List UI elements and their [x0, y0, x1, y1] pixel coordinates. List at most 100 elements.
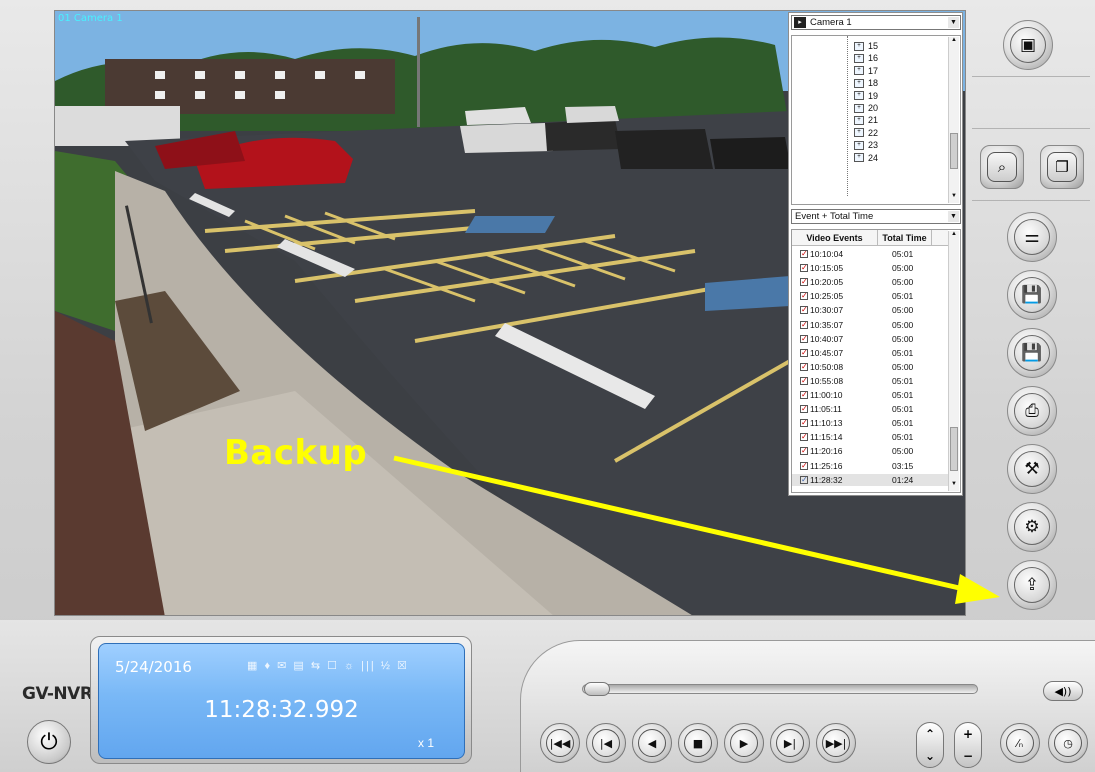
- event-row[interactable]: ✓ 10:30:07 05:00: [792, 304, 948, 316]
- last-frame-button[interactable]: ▶▶|: [816, 723, 856, 763]
- play-button[interactable]: ▶: [724, 723, 764, 763]
- expand-icon[interactable]: +: [854, 78, 864, 88]
- next-frame-button[interactable]: ▶|: [770, 723, 810, 763]
- date-tree[interactable]: +15 +16 +17 +18 +19 +20 +21 +22 +23 +24 ▲ ▼: [791, 35, 961, 205]
- playback-slider[interactable]: [582, 684, 978, 694]
- scroll-down-icon[interactable]: ▼: [949, 481, 959, 491]
- event-checkbox[interactable]: ✓: [800, 475, 808, 484]
- tree-item[interactable]: +19: [854, 90, 878, 102]
- event-checkbox[interactable]: ✓: [800, 278, 808, 287]
- event-checkbox[interactable]: ✓: [800, 250, 808, 259]
- expand-icon[interactable]: +: [854, 91, 864, 101]
- scroll-up-icon[interactable]: ▲: [949, 231, 959, 241]
- event-row[interactable]: ✓ 11:25:16 03:15: [792, 460, 948, 472]
- event-checkbox[interactable]: ✓: [800, 447, 808, 456]
- event-row[interactable]: ✓ 10:10:04 05:01: [792, 248, 948, 260]
- event-row[interactable]: ✓ 11:00:10 05:01: [792, 389, 948, 401]
- reverse-play-button[interactable]: ◀: [632, 723, 672, 763]
- expand-icon[interactable]: +: [854, 140, 864, 150]
- tree-item[interactable]: +18: [854, 77, 878, 89]
- tools-button[interactable]: ⚒: [1007, 444, 1057, 494]
- audio-button[interactable]: ◀)): [1043, 681, 1083, 701]
- event-row[interactable]: ✓ 10:15:05 05:00: [792, 262, 948, 274]
- event-checkbox[interactable]: ✓: [800, 419, 808, 428]
- expand-icon[interactable]: +: [854, 66, 864, 76]
- camera-layout-button[interactable]: ▣: [1003, 20, 1053, 70]
- event-checkbox[interactable]: ✓: [800, 320, 808, 329]
- expand-icon[interactable]: +: [854, 53, 864, 63]
- plus-icon[interactable]: +: [963, 727, 973, 741]
- scroll-down-icon[interactable]: ▼: [949, 193, 959, 203]
- event-checkbox[interactable]: ✓: [800, 264, 808, 273]
- expand-icon[interactable]: +: [854, 128, 864, 138]
- event-checkbox[interactable]: ✓: [800, 362, 808, 371]
- tree-item[interactable]: +20: [854, 102, 878, 114]
- event-checkbox[interactable]: ✓: [800, 433, 808, 442]
- event-checkbox[interactable]: ✓: [800, 292, 808, 301]
- event-row[interactable]: ✓ 10:40:07 05:00: [792, 333, 948, 345]
- tree-scrollbar[interactable]: ▲ ▼: [948, 37, 959, 203]
- speed-control[interactable]: ⌃ ⌄: [916, 722, 944, 768]
- adjust-button[interactable]: ⚌: [1007, 212, 1057, 262]
- tree-item[interactable]: +21: [854, 114, 878, 126]
- speed-up-icon[interactable]: ⌃: [925, 727, 935, 741]
- scroll-thumb[interactable]: [950, 133, 958, 169]
- expand-icon[interactable]: +: [854, 103, 864, 113]
- tree-item[interactable]: +22: [854, 127, 878, 139]
- backup-button[interactable]: ⇪: [1007, 560, 1057, 610]
- event-row[interactable]: ✓ 11:05:11 05:01: [792, 403, 948, 415]
- expand-icon[interactable]: +: [854, 153, 864, 163]
- save-exe-button[interactable]: 💾: [1007, 328, 1057, 378]
- scroll-thumb[interactable]: [950, 427, 958, 471]
- chevron-down-icon[interactable]: ▼: [948, 211, 959, 222]
- power-button[interactable]: ⏻: [27, 720, 71, 764]
- chevron-down-icon[interactable]: ▼: [948, 17, 959, 28]
- event-row[interactable]: ✓ 11:28:32 01:24: [792, 473, 948, 486]
- minus-icon[interactable]: −: [963, 749, 973, 763]
- first-frame-button[interactable]: |◀◀: [540, 723, 580, 763]
- event-row[interactable]: ✓ 10:35:07 05:00: [792, 319, 948, 331]
- event-row[interactable]: ✓ 11:15:14 05:01: [792, 431, 948, 443]
- tree-item[interactable]: +15: [854, 40, 878, 52]
- settings-button[interactable]: ⚙: [1007, 502, 1057, 552]
- tree-item[interactable]: +24: [854, 152, 878, 164]
- event-row[interactable]: ✓ 10:20:05 05:00: [792, 276, 948, 288]
- multi-view-button[interactable]: ❐: [1040, 145, 1084, 189]
- save-avi-button[interactable]: 💾: [1007, 270, 1057, 320]
- tree-item[interactable]: +17: [854, 65, 878, 77]
- event-row[interactable]: ✓ 10:25:05 05:01: [792, 290, 948, 302]
- expand-icon[interactable]: +: [854, 115, 864, 125]
- expand-icon[interactable]: +: [854, 41, 864, 51]
- event-checkbox[interactable]: ✓: [800, 391, 808, 400]
- event-row[interactable]: ✓ 10:45:07 05:01: [792, 347, 948, 359]
- event-checkbox[interactable]: ✓: [800, 334, 808, 343]
- event-checkbox[interactable]: ✓: [800, 376, 808, 385]
- column-total-time[interactable]: Total Time: [878, 230, 932, 245]
- event-checkbox[interactable]: ✓: [800, 461, 808, 470]
- stop-button[interactable]: ■: [678, 723, 718, 763]
- camera-select[interactable]: ▸ Camera 1 ▼: [791, 15, 961, 30]
- event-checkbox[interactable]: ✓: [800, 306, 808, 315]
- scroll-up-icon[interactable]: ▲: [949, 37, 959, 47]
- event-scrollbar[interactable]: ▲ ▼: [948, 231, 959, 491]
- event-row[interactable]: ✓ 11:10:13 05:01: [792, 417, 948, 429]
- event-filter-select[interactable]: Event + Total Time ▼: [791, 209, 961, 224]
- tree-item[interactable]: +23: [854, 139, 878, 151]
- column-video-events[interactable]: Video Events: [792, 230, 878, 245]
- print-button[interactable]: ⎙: [1007, 386, 1057, 436]
- channel-button[interactable]: ⁄ₙ: [1000, 723, 1040, 763]
- tree-item[interactable]: +16: [854, 52, 878, 64]
- zoom-button[interactable]: ⌕: [980, 145, 1024, 189]
- event-row[interactable]: ✓ 11:20:16 05:00: [792, 445, 948, 457]
- event-row[interactable]: ✓ 10:55:08 05:01: [792, 375, 948, 387]
- event-list[interactable]: Video Events Total Time ✓ 10:10:04 05:01 ✓ 1…: [791, 229, 961, 493]
- zoom-control[interactable]: + −: [954, 722, 982, 768]
- previous-frame-button[interactable]: |◀: [586, 723, 626, 763]
- speed-down-icon[interactable]: ⌄: [925, 749, 935, 763]
- event-checkbox[interactable]: ✓: [800, 348, 808, 357]
- event-time-cell: ✓ 11:05:11: [792, 403, 878, 415]
- event-row[interactable]: ✓ 10:50:08 05:00: [792, 361, 948, 373]
- playback-slider-knob[interactable]: [584, 682, 610, 696]
- time-button[interactable]: ◷: [1048, 723, 1088, 763]
- event-checkbox[interactable]: ✓: [800, 405, 808, 414]
